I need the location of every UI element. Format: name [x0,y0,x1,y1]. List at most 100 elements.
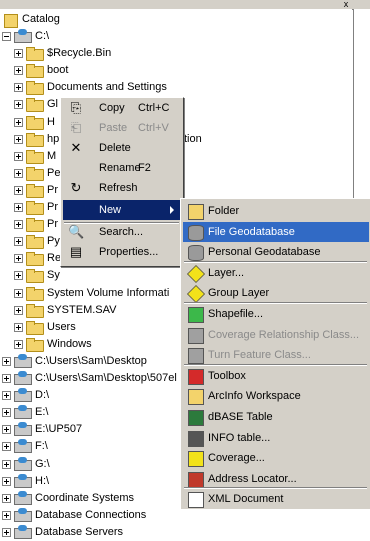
drive-icon [14,524,32,539]
expand-icon[interactable] [14,288,23,298]
submenu-item-info-table[interactable]: INFO table... [183,428,369,448]
expand-icon[interactable] [14,220,23,230]
coverage-icon [188,451,204,468]
close-icon[interactable]: x [339,0,353,9]
tree-item-label: Pr [47,183,58,196]
expand-icon[interactable] [14,49,23,59]
folder-icon [26,64,44,79]
expand-icon[interactable] [2,527,11,537]
submenu-item-label: Coverage Relationship Class... [208,328,360,341]
menu-item-label: Delete [99,142,131,154]
expand-icon[interactable] [14,185,23,195]
submenu-arrow-icon [170,206,174,214]
expand-icon[interactable] [14,271,23,281]
submenu-item-label: Shapefile... [208,308,264,320]
expand-icon[interactable] [2,374,11,383]
expand-icon[interactable] [14,322,23,332]
menu-item-new[interactable]: New [63,200,180,220]
tree-item-label: Pr [47,218,58,231]
expand-icon[interactable] [14,203,23,212]
tree-item-label: $Recycle.Bin [47,47,112,60]
drive-icon [14,29,32,43]
expand-icon[interactable] [14,339,23,349]
submenu-item-group-layer[interactable]: Group Layer [183,283,369,304]
menu-item-shortcut: Ctrl+V [138,122,169,134]
tree-item-label-suffix: tion [184,132,202,145]
submenu-item-shapefile[interactable]: Shapefile... [183,304,369,324]
expand-icon[interactable] [2,510,11,520]
folder-icon [26,166,44,181]
folder-icon [26,47,44,62]
expand-icon[interactable] [2,391,11,401]
context-menu: ⎘ Copy Ctrl+C ⎗ Paste Ctrl+V ✕ Delete Rename F2 ↻ R… [60,97,184,267]
collapse-icon[interactable] [2,32,11,41]
menu-item-search[interactable]: 🔍 Search... [63,222,180,242]
menu-item-paste[interactable]: ⎗ Paste Ctrl+V [63,118,180,138]
tree-item-label: hp [47,132,60,145]
submenu-item-label: Folder [208,205,240,217]
menu-item-refresh[interactable]: ↻ Refresh [63,178,180,198]
submenu-item-dbase-table[interactable]: dBASE Table [183,407,369,427]
tree-item-label: SYSTEM.SAV [47,303,117,316]
drive-icon [14,388,32,403]
tree-item-label: C:\Users\Sam\Desktop [35,354,147,367]
geodatabase-icon [188,224,204,241]
expand-icon[interactable] [2,459,11,469]
submenu-item-file-geodatabase[interactable]: File Geodatabase [183,221,369,242]
menu-item-properties[interactable]: ▤ Properties... [63,242,180,262]
expand-icon[interactable] [2,356,11,366]
submenu-item-xml-document[interactable]: XML Document [183,489,369,509]
menu-item-label: Properties... [99,246,159,258]
submenu-item-coverage-relationship-class[interactable]: Coverage Relationship Class... [183,325,369,345]
expand-icon[interactable] [14,83,23,93]
folder-icon [26,303,44,318]
drive-icon [14,353,32,368]
submenu-item-coverage[interactable]: Coverage... [183,448,369,468]
expand-icon[interactable] [14,117,23,127]
layer-icon [186,264,206,283]
menu-item-delete[interactable]: ✕ Delete [63,138,180,158]
menu-item-shortcut: Ctrl+C [138,102,170,114]
drive-icon [14,507,32,522]
expand-icon[interactable] [2,408,11,418]
folder-icon [26,269,44,284]
expand-icon[interactable] [2,425,11,435]
group-layer-icon [186,285,206,304]
expand-icon[interactable] [14,151,23,161]
address-locator-icon [188,471,204,488]
expand-icon[interactable] [2,476,11,486]
submenu-item-turn-feature-class[interactable]: Turn Feature Class... [183,345,369,365]
expand-icon[interactable] [14,100,23,110]
folder-icon [26,115,44,130]
copy-icon: ⎘ [70,100,82,115]
folder-icon [26,183,44,198]
menu-item-copy[interactable]: ⎘ Copy Ctrl+C [63,98,180,118]
expand-icon[interactable] [2,442,11,452]
submenu-item-folder[interactable]: Folder [183,201,369,221]
expand-icon[interactable] [14,237,23,247]
tree-item-label: Gl [47,98,58,111]
menu-item-rename[interactable]: Rename F2 [63,158,180,178]
tree-item-label: G:\ [35,457,50,470]
search-icon: 🔍 [68,224,85,239]
expand-icon[interactable] [2,493,11,503]
tree-item-label: E:\UP507 [35,423,83,436]
delete-icon: ✕ [70,140,82,155]
toolbox-icon [188,368,204,385]
expand-icon[interactable] [14,66,23,76]
tree-item-label: H [47,115,55,128]
catalog-icon [4,14,18,28]
submenu-item-layer[interactable]: Layer... [183,263,369,283]
relationship-icon [188,327,204,344]
submenu-item-arcinfo-workspace[interactable]: ArcInfo Workspace [183,386,369,406]
xml-icon [188,492,204,509]
submenu-item-personal-geodatabase[interactable]: Personal Geodatabase [183,242,369,262]
expand-icon[interactable] [14,134,23,144]
submenu-item-toolbox[interactable]: Toolbox [183,366,369,386]
expand-icon[interactable] [14,305,23,315]
expand-icon[interactable] [14,168,23,178]
expand-icon[interactable] [14,254,23,264]
tree-item-label: E:\ [35,406,49,419]
tree-item-label: C:\Users\Sam\Desktop\507el [35,372,177,384]
submenu-item-address-locator[interactable]: Address Locator... [183,469,369,489]
